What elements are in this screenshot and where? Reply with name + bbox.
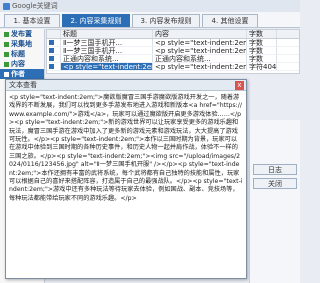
row-count: 字符404字 xyxy=(249,63,277,70)
row-extra xyxy=(277,47,299,54)
text-viewer-dialog: 文本查看 x <p style="text-indent:2em;">魔欲版魔冒… xyxy=(5,79,247,279)
row-count: 字数 xyxy=(247,55,277,62)
row-checkbox[interactable] xyxy=(49,48,54,53)
row-extra xyxy=(277,55,299,62)
window-title: Google关键词 xyxy=(12,2,58,10)
window-titlebar: Google关键词 xyxy=(0,0,300,12)
row-title: Ⅱ一梦三国手机开... xyxy=(61,39,153,46)
row-title: Ⅱ一梦三国手机开... xyxy=(61,47,153,54)
row-content: 正通内容和系统... xyxy=(153,55,247,62)
column-header-check xyxy=(47,30,61,38)
table-row[interactable]: Ⅱ一梦三国手机开... <p style="text-indent:2em;">… xyxy=(47,47,299,55)
column-header-title[interactable]: 标题 xyxy=(61,30,153,38)
dialog-text-body[interactable]: <p style="text-indent:2em;">魔欲版魔冒三国手游魔欲版… xyxy=(8,93,244,277)
tab-content-publish-rules[interactable]: 3. 内容发布规则 xyxy=(132,14,200,27)
sidebar-item-title[interactable]: 标题 xyxy=(0,49,44,59)
row-extra xyxy=(277,39,299,46)
row-checkbox[interactable] xyxy=(49,40,54,45)
sidebar-item-publish[interactable]: 发布置 xyxy=(0,29,44,39)
column-header-extra xyxy=(277,30,299,38)
row-content: <p style="text-indent:2em;">Ⅱ一梦三国手机... xyxy=(153,47,247,54)
square-icon xyxy=(4,41,9,47)
log-button[interactable]: 日志 xyxy=(253,164,297,175)
row-checkbox[interactable] xyxy=(49,64,54,69)
row-checkbox[interactable] xyxy=(49,56,54,61)
row-content: <p style="text-indent:2em;">... xyxy=(153,63,247,70)
row-extra xyxy=(277,63,299,70)
square-icon xyxy=(4,31,9,37)
row-content: <p style="text-indent:2em;">Ⅱ一梦三国手机开... xyxy=(153,39,247,46)
square-icon xyxy=(4,51,9,57)
right-action-panel: 日志 关闭 xyxy=(249,120,300,283)
tab-other-settings[interactable]: 4. 其他设置 xyxy=(202,14,258,27)
table-header: 标题 内容 字数 xyxy=(47,30,299,39)
table-row[interactable]: 正通内容和系统... 正通内容和系统... 字数 xyxy=(47,55,299,63)
row-title: 正通内容和系统... xyxy=(61,55,153,62)
square-icon xyxy=(4,71,9,77)
sidebar-item-content[interactable]: 内容 xyxy=(0,59,44,69)
column-header-content[interactable]: 内容 xyxy=(153,30,247,38)
close-icon[interactable]: x xyxy=(235,81,244,90)
table-row[interactable]: Ⅱ一梦三国手机开... <p style="text-indent:2em;">… xyxy=(47,39,299,47)
close-button[interactable]: 关闭 xyxy=(253,178,297,189)
column-header-count[interactable]: 字数 xyxy=(247,30,277,38)
row-count: 字数 xyxy=(247,47,277,54)
row-count: 字数 xyxy=(247,39,277,46)
tab-content-collection-rules[interactable]: 2. 内容采集规则 xyxy=(62,14,130,27)
table-row[interactable]: <p style="text-indent:2em;">... <p style… xyxy=(47,63,299,71)
dialog-title: 文本查看 xyxy=(6,80,246,91)
app-icon xyxy=(3,2,10,10)
sidebar-item-collect[interactable]: 采集地 xyxy=(0,39,44,49)
square-icon xyxy=(4,61,9,67)
sidebar-item-author[interactable]: 作者 xyxy=(0,69,44,79)
tab-basic-settings[interactable]: 1. 基本设置 xyxy=(4,14,60,27)
content-table: 标题 内容 字数 Ⅱ一梦三国手机开... <p style="text-inde… xyxy=(46,29,300,74)
tab-bar: 1. 基本设置 2. 内容采集规则 3. 内容发布规则 4. 其他设置 xyxy=(0,12,300,28)
row-title: <p style="text-indent:2em;">... xyxy=(61,63,153,70)
